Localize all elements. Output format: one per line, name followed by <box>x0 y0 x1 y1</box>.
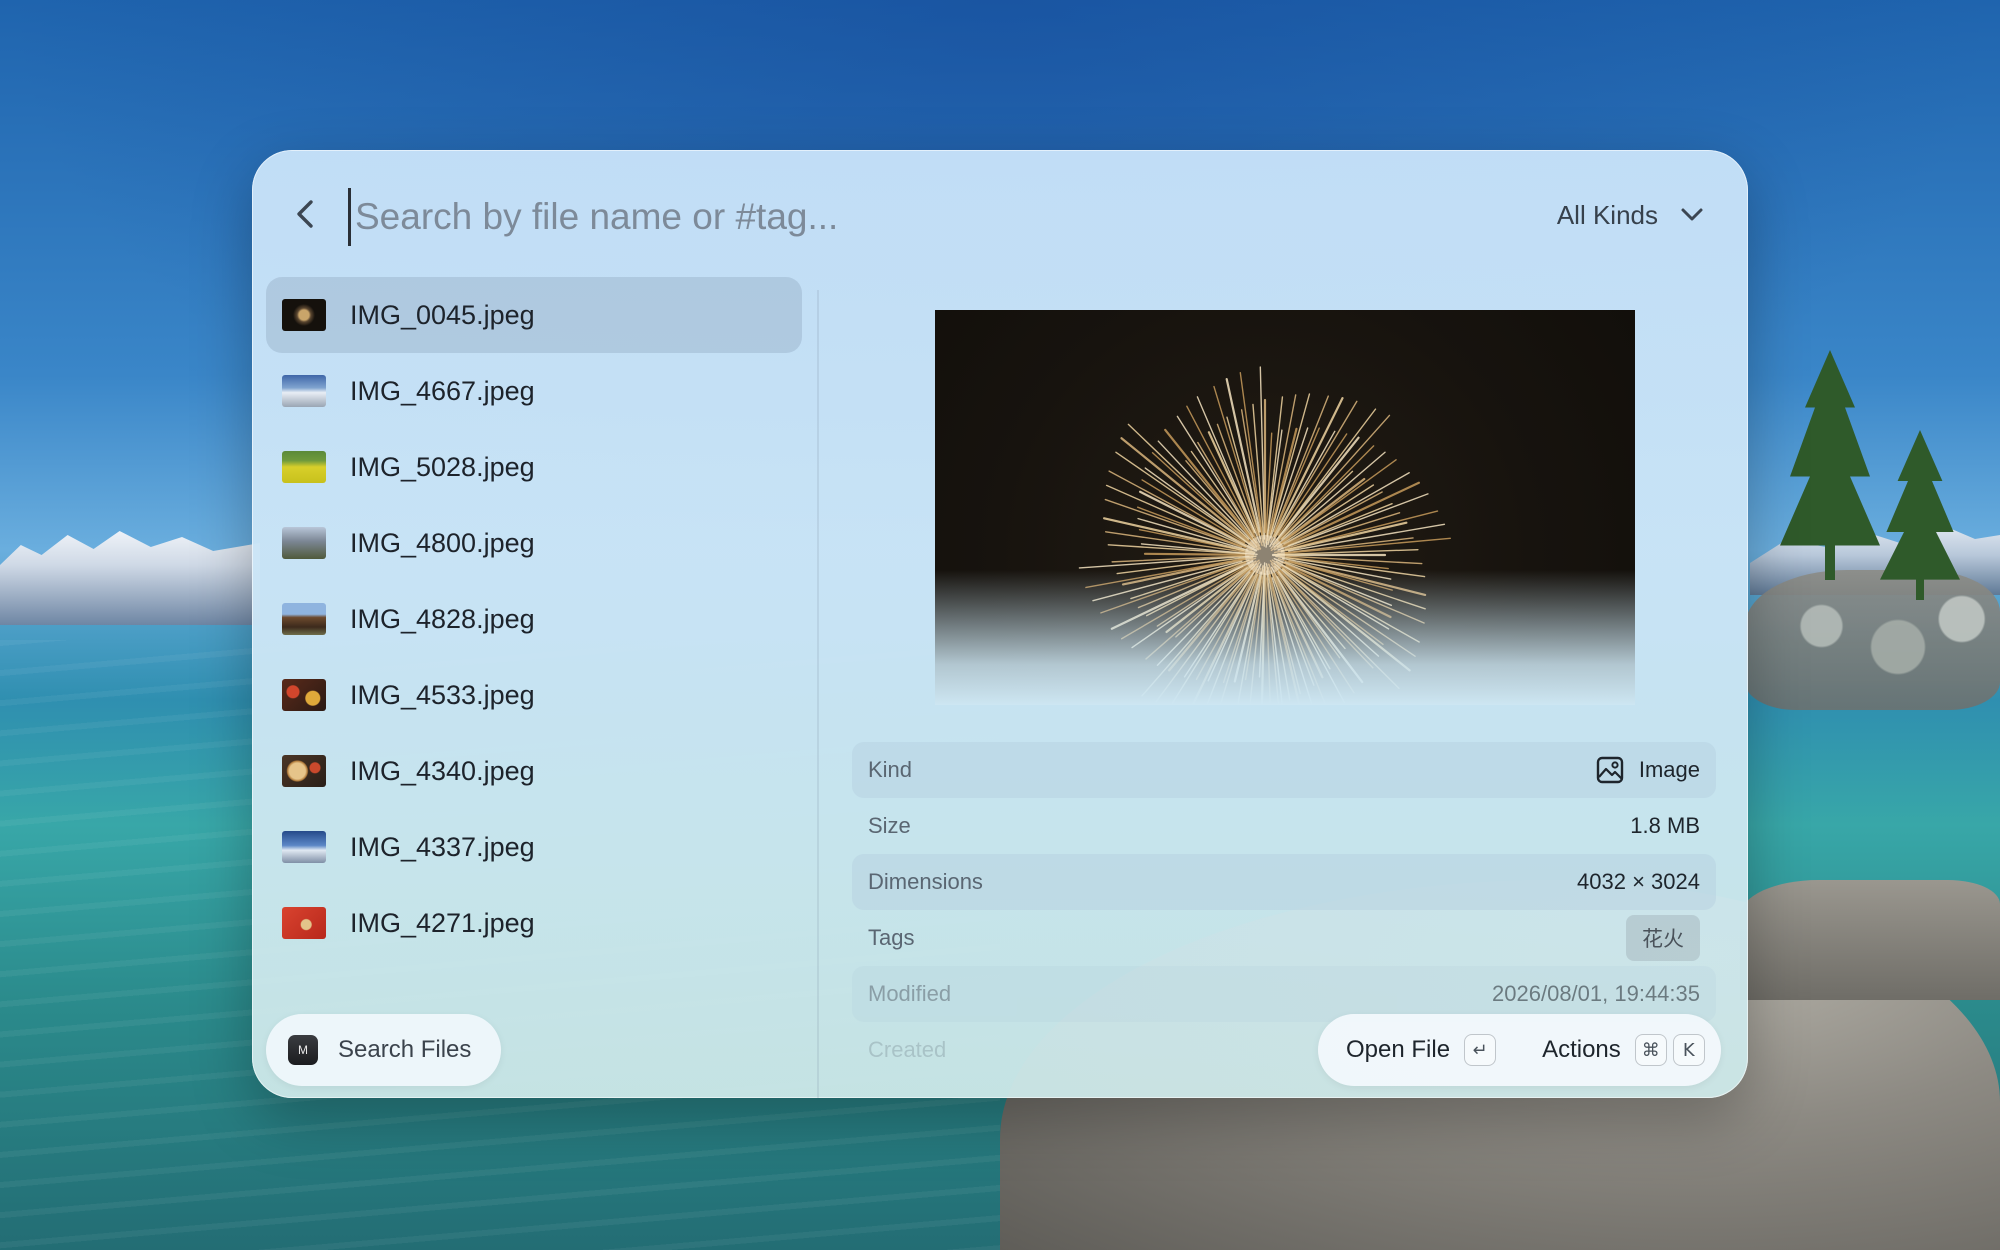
snowy-landscape-thumbnail <box>282 375 326 407</box>
image-icon <box>1596 756 1624 784</box>
actions-shortcut: ⌘ K <box>1634 1034 1705 1066</box>
tag-chip[interactable]: 花火 <box>1626 915 1700 961</box>
file-name: IMG_4271.jpeg <box>350 907 535 938</box>
property-kind-value: Image <box>1638 757 1700 782</box>
property-tags: Tags 花火 <box>852 910 1716 966</box>
fireworks-thumbnail <box>282 299 326 331</box>
chevron-down-icon <box>1681 208 1703 221</box>
property-dimensions: Dimensions 4032 × 3024 <box>852 854 1716 910</box>
chevron-left-icon <box>297 200 313 228</box>
file-item[interactable]: IMG_4828.jpeg <box>266 581 802 657</box>
file-name: IMG_5028.jpeg <box>350 451 535 482</box>
property-value: 4032 × 3024 <box>1577 869 1700 894</box>
file-name: IMG_4337.jpeg <box>350 831 535 862</box>
file-item[interactable]: IMG_4800.jpeg <box>266 505 802 581</box>
file-item[interactable]: IMG_4667.jpeg <box>266 353 802 429</box>
desktop-boulder-small <box>1740 880 2000 1000</box>
panel-divider <box>817 290 819 1098</box>
file-name: IMG_4340.jpeg <box>350 755 535 786</box>
open-file-button[interactable]: Open File ↵ <box>1346 1034 1497 1066</box>
property-value: 2026/08/01, 19:44:35 <box>1492 981 1700 1006</box>
kind-filter-label: All Kinds <box>1556 199 1658 230</box>
file-item[interactable]: IMG_4340.jpeg <box>266 733 802 809</box>
yellow-field-thumbnail <box>282 451 326 483</box>
image-preview <box>935 310 1635 705</box>
property-key: Dimensions <box>868 869 983 894</box>
kind-filter-dropdown[interactable]: All Kinds <box>1557 192 1704 238</box>
desktop-rocks <box>1745 570 2000 710</box>
street-thumbnail <box>282 527 326 559</box>
file-name: IMG_4533.jpeg <box>350 679 535 710</box>
property-value: Image <box>1595 755 1700 785</box>
action-bar: Open File ↵ Actions ⌘ K <box>1318 1014 1721 1086</box>
property-value: 1.8 MB <box>1630 813 1700 838</box>
file-item[interactable]: IMG_4271.jpeg <box>266 885 802 961</box>
property-key: Tags <box>868 925 915 950</box>
actions-label: Actions <box>1542 1036 1621 1063</box>
property-size: Size 1.8 MB <box>852 798 1716 854</box>
app-name-label: Search Files <box>338 1036 472 1063</box>
preview-fade-overlay <box>935 570 1635 705</box>
search-files-app-button[interactable]: M Search Files <box>266 1014 502 1086</box>
property-key: Modified <box>868 981 952 1006</box>
dishes-thumbnail <box>282 755 326 787</box>
back-button[interactable] <box>282 190 330 238</box>
file-item[interactable]: IMG_0045.jpeg <box>266 277 802 353</box>
file-item[interactable]: IMG_4533.jpeg <box>266 657 802 733</box>
command-key-icon: ⌘ <box>1634 1034 1667 1066</box>
actions-button[interactable]: Actions ⌘ K <box>1542 1034 1705 1066</box>
building-thumbnail <box>282 603 326 635</box>
colorful-food-thumbnail <box>282 679 326 711</box>
file-name: IMG_0045.jpeg <box>350 299 535 330</box>
mountain-sky-thumbnail <box>282 831 326 863</box>
red-deer-thumbnail <box>282 907 326 939</box>
file-item[interactable]: IMG_4337.jpeg <box>266 809 802 885</box>
file-name: IMG_4800.jpeg <box>350 527 535 558</box>
property-key: Created <box>868 1037 947 1062</box>
open-file-label: Open File <box>1346 1036 1451 1063</box>
file-name: IMG_4667.jpeg <box>350 375 535 406</box>
search-header: All Kinds <box>252 150 1748 270</box>
file-name: IMG_4828.jpeg <box>350 603 535 634</box>
file-results-list: IMG_0045.jpeg IMG_4667.jpeg IMG_5028.jpe… <box>266 277 802 961</box>
property-kind: Kind Image <box>852 742 1716 798</box>
app-icon: M <box>288 1035 318 1065</box>
return-key-icon: ↵ <box>1464 1034 1497 1066</box>
search-input[interactable] <box>348 188 1257 246</box>
k-key: K <box>1672 1034 1705 1066</box>
property-key: Size <box>868 813 911 838</box>
search-files-window: All Kinds IMG_0045.jpeg IMG_4667.jpeg IM… <box>252 150 1748 1098</box>
file-item[interactable]: IMG_5028.jpeg <box>266 429 802 505</box>
property-key: Kind <box>868 757 913 782</box>
